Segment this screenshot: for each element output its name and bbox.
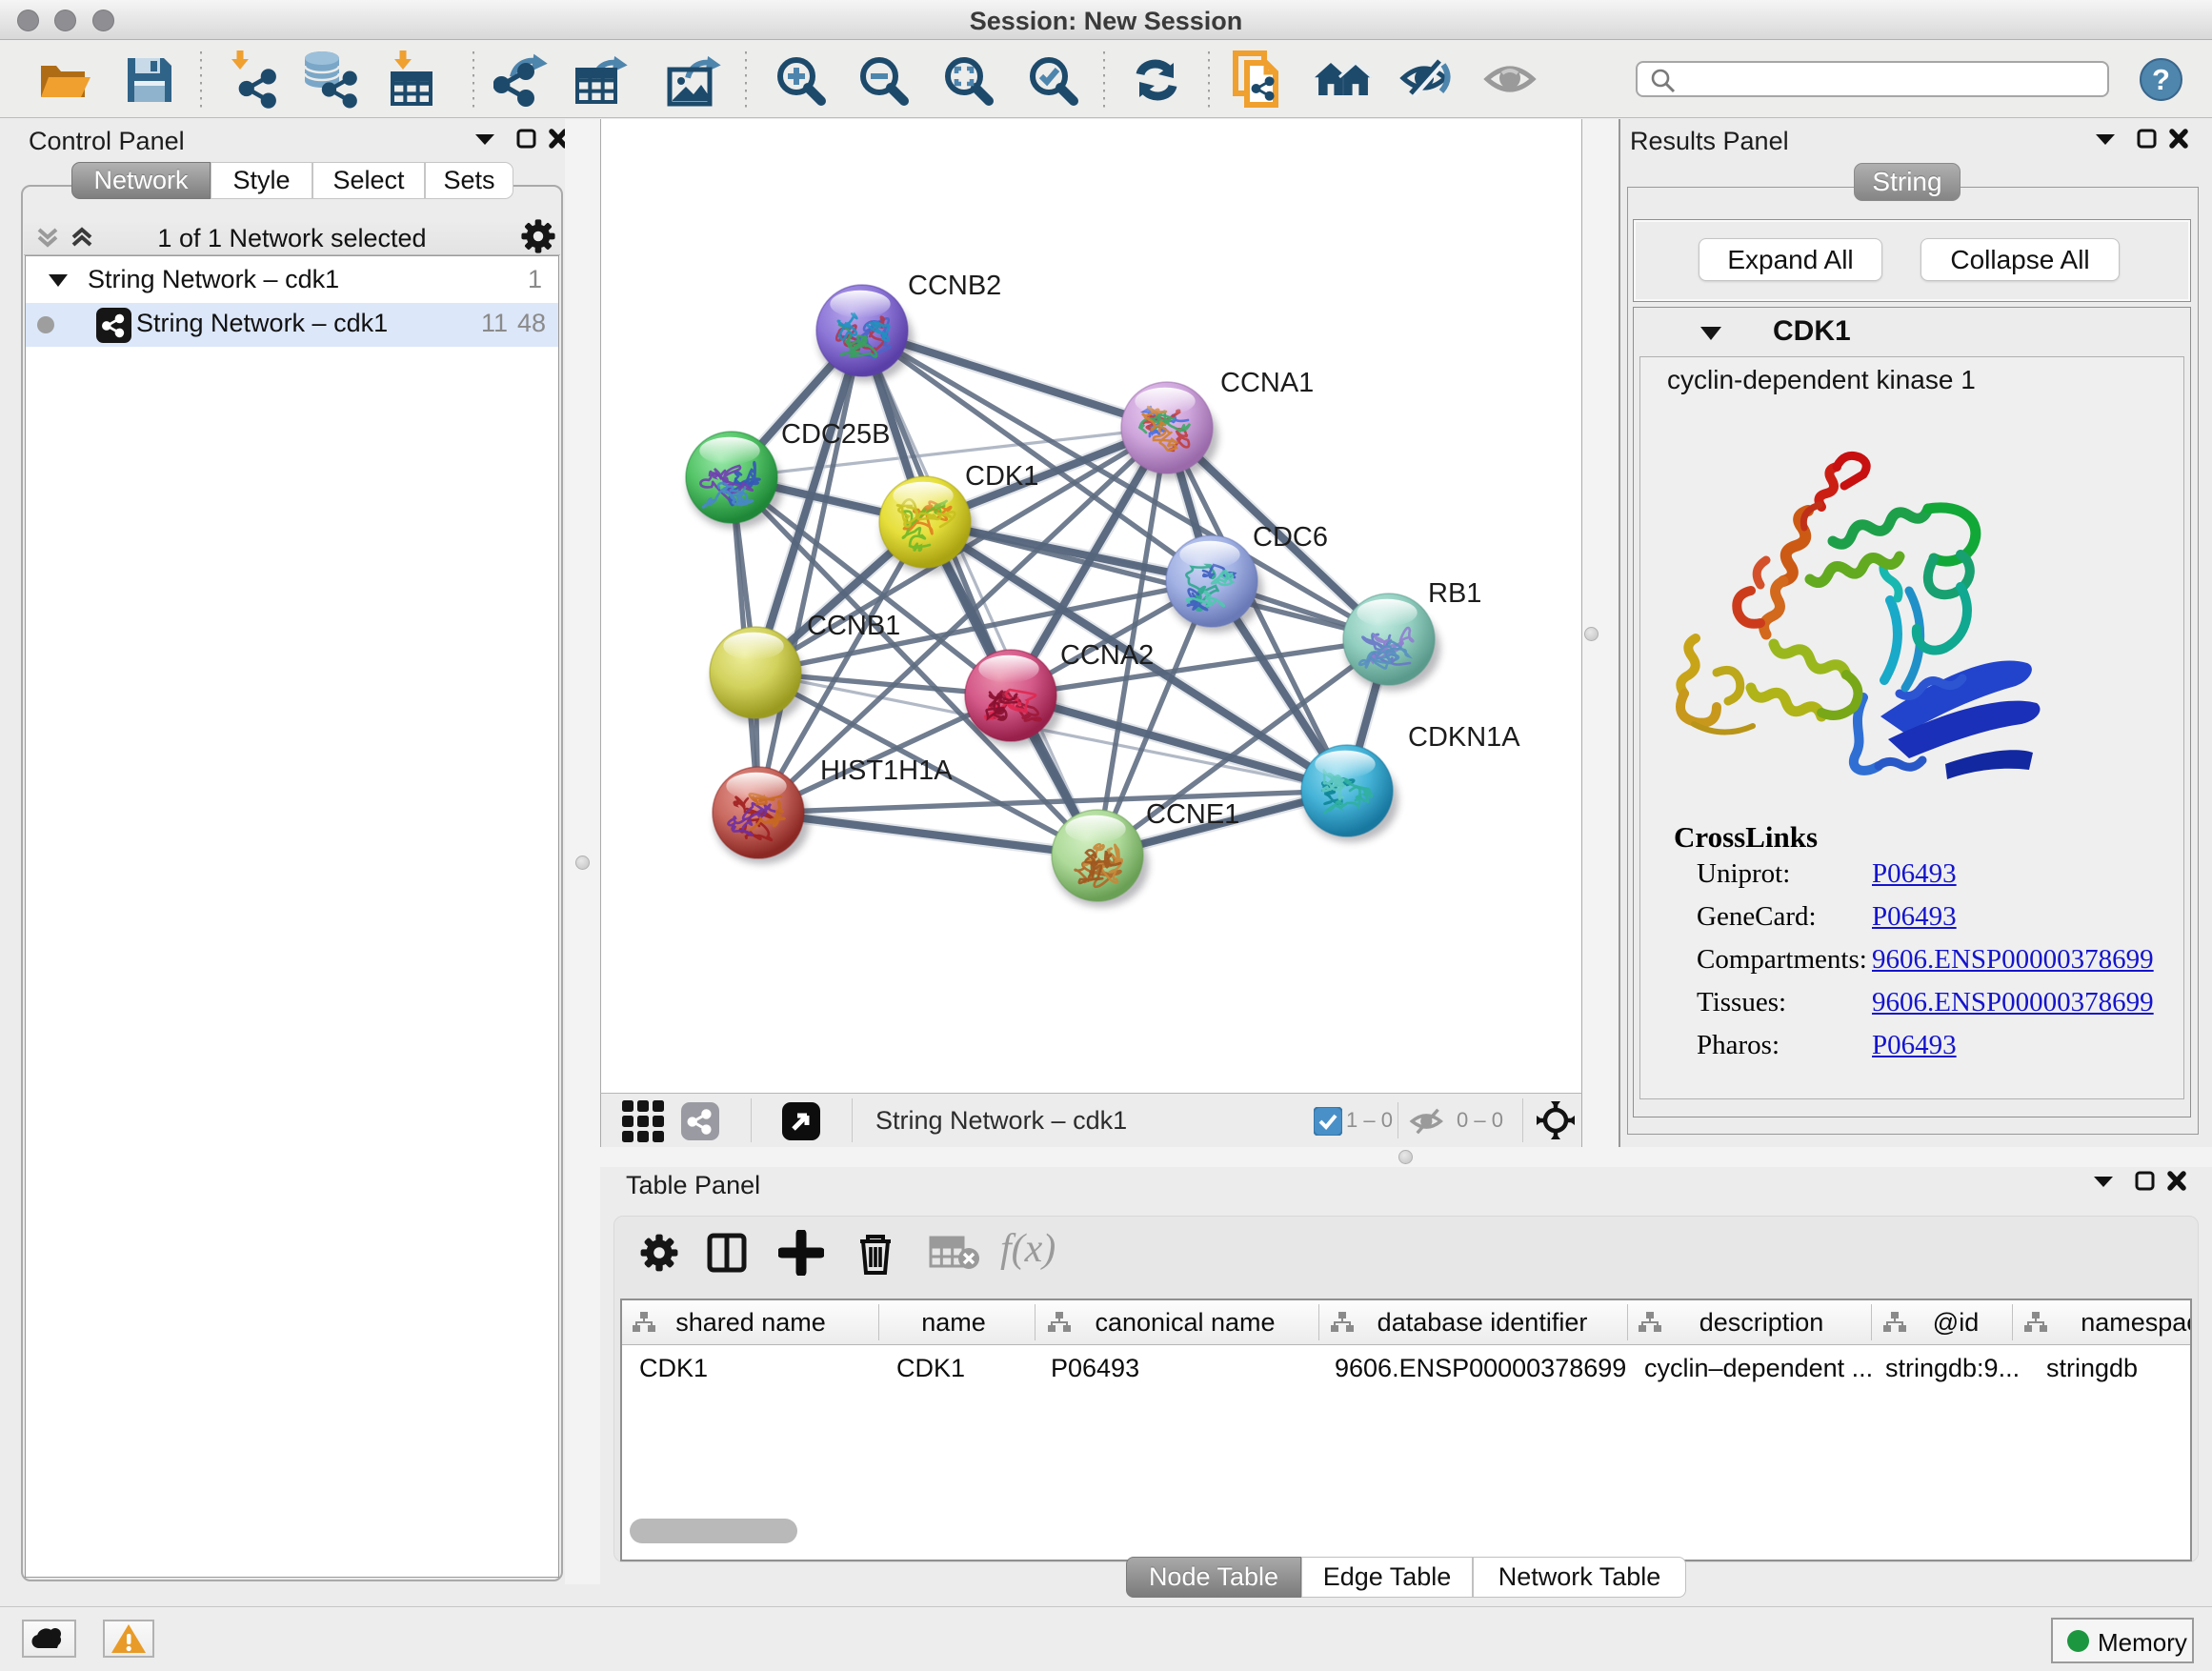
svg-text:CCNB2: CCNB2 — [908, 271, 1001, 301]
svg-text:CDC6: CDC6 — [1253, 522, 1328, 553]
svg-text:CDKN1A: CDKN1A — [1408, 722, 1520, 753]
svg-text:CDK1: CDK1 — [965, 461, 1038, 492]
svg-text:CCNA1: CCNA1 — [1220, 368, 1314, 398]
svg-text:HIST1H1A: HIST1H1A — [820, 755, 953, 786]
svg-text:RB1: RB1 — [1428, 578, 1481, 609]
svg-text:CCNE1: CCNE1 — [1146, 799, 1239, 830]
svg-text:CDC25B: CDC25B — [781, 419, 890, 450]
svg-text:CCNB1: CCNB1 — [807, 611, 900, 641]
svg-text:CCNA2: CCNA2 — [1060, 640, 1154, 671]
